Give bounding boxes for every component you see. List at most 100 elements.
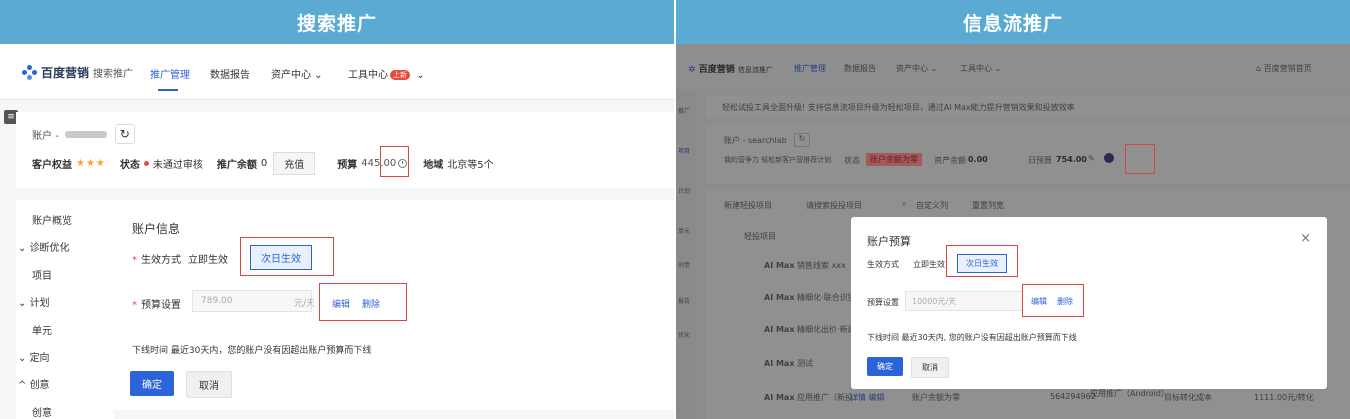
custom-columns-button[interactable]: 自定义列 <box>916 200 948 211</box>
nav-tool-center-label: 工具中心 <box>348 70 388 81</box>
menu-creative-sub[interactable]: 创意 <box>32 404 52 419</box>
menu-targeting[interactable]: ⌄ 定向 <box>18 349 50 364</box>
menu-unit[interactable]: 单元 <box>32 322 52 337</box>
refresh-icon[interactable]: ↻ <box>794 133 810 147</box>
effect-label: 生效方式 <box>867 260 899 269</box>
panel-title: 搜索推广 <box>0 0 674 44</box>
active-tab-indicator <box>158 89 178 91</box>
sidebar-item-creative[interactable]: 创意 <box>678 260 690 269</box>
column-header-project: 轻投项目 <box>744 232 776 241</box>
row-target: 目标转化成本 <box>1164 393 1212 402</box>
pencil-icon[interactable]: ✎ <box>1088 154 1095 163</box>
reset-width-button[interactable]: 重置列宽 <box>972 200 1004 211</box>
effect-option-immediate[interactable]: 立即生效 <box>188 251 228 266</box>
nav-promotion-management[interactable]: 推广管理 <box>150 66 190 81</box>
row-actions[interactable]: 详情 编辑 <box>850 392 885 403</box>
table-row[interactable]: AI Max 测试 <box>764 358 813 369</box>
budget-input[interactable]: 10000元/天 <box>905 291 1023 311</box>
status-value: 账户余额为零 <box>866 153 922 166</box>
side-menu: 账户概览 ⌄ 诊断优化 项目 ⌄ 计划 单元 ⌄ 定向 ^ 创意 创意 <box>16 200 114 419</box>
budget-label: 日预算 <box>1028 156 1052 165</box>
highlight-effect-option <box>946 245 1018 277</box>
sidebar-item-promotion[interactable]: 推广 <box>678 106 690 115</box>
table-row[interactable]: AI Max 精细化·联合识别 <box>764 292 856 303</box>
table-row[interactable]: AI Max 精细化出价·新建... <box>764 324 863 335</box>
close-icon[interactable]: × <box>1300 231 1311 246</box>
refresh-icon[interactable]: ↻ <box>114 124 135 144</box>
nav-data-report[interactable]: 数据报告 <box>210 66 250 81</box>
balance-value: 0 <box>260 158 268 169</box>
balance-value: 0.00 <box>968 155 988 164</box>
status-dot-icon <box>143 161 149 166</box>
top-nav: 百度营销 搜索推广 推广管理 数据报告 资产中心 ⌄ 工具中心 上新 ⌄ <box>0 44 674 100</box>
nav-asset-center[interactable]: 资产中心 ⌄ <box>271 66 323 81</box>
menu-project[interactable]: 项目 <box>32 267 52 282</box>
balance-label: 推广余额 <box>216 160 257 171</box>
row-status: 账户余额为零 <box>912 393 960 402</box>
menu-plan[interactable]: ⌄ 计划 <box>18 294 50 309</box>
menu-creative-label: 创意 <box>29 380 50 391</box>
budget-setting-label: * 预算设置 <box>132 300 181 311</box>
nav-tool-center[interactable]: 工具中心 上新 ⌄ <box>348 66 425 81</box>
account-summary-card: 账户 - searchlab ↻ 我的营争力 轻松新客户营推荐计划 状态 账户余… <box>706 124 1350 184</box>
chevron-down-icon: ⌄ <box>416 70 425 81</box>
region-label: 地域 <box>423 160 444 171</box>
logo-text: 百度营销 <box>698 65 735 75</box>
highlight-effect-option <box>240 237 334 276</box>
status-label: 状态 <box>844 156 860 165</box>
menu-diagnosis[interactable]: ⌄ 诊断优化 <box>18 239 70 254</box>
account-summary-card: 账户 - ↻ 客户权益 ★★★ 状态 未通过审核 推广余额 0 充值 预算 44… <box>16 112 674 188</box>
budget-value: 754.00 <box>1056 155 1087 164</box>
baidu-logo-icon <box>22 64 38 81</box>
budget-setting-label: 预算设置 <box>867 298 899 307</box>
sidebar-item-unit[interactable]: 单元 <box>678 226 690 235</box>
side-icon-bar: 推广 项目 计划 单元 创意 报告 优化 <box>676 90 696 419</box>
offline-note: 下线时间 最近30天内, 您的账户没有因超出账户预算而下线 <box>867 333 1077 342</box>
logo[interactable]: ✲ 百度营销 信息流推广 <box>688 62 773 75</box>
baidu-logo-icon: ✲ <box>688 65 696 75</box>
row-price: 1111.00元/转化 <box>1254 393 1314 402</box>
panel-title: 信息流推广 <box>676 0 1350 44</box>
highlight-budget-icon <box>380 146 409 177</box>
logo[interactable]: 百度营销 搜索推广 <box>22 64 133 81</box>
status-label: 状态 <box>119 160 140 171</box>
menu-targeting-label: 定向 <box>29 353 50 364</box>
nav-home[interactable]: ⌂ 百度营销首页 <box>1256 63 1312 74</box>
budget-modal: 账户预算 × 生效方式 立即生效 次日生效 预算设置 10000元/天 编辑 删… <box>851 217 1327 389</box>
charge-button[interactable]: 充值 <box>273 152 316 175</box>
highlight-edit-delete <box>1022 284 1084 317</box>
row-promo-type: 应用推广（Android） <box>1090 389 1169 398</box>
modal-title: 账户预算 <box>867 235 911 248</box>
top-nav: ✲ 百度营销 信息流推广 推广管理 数据报告 资产中心 ⌄ 工具中心 ⌄ ⌂ 百… <box>676 44 1350 90</box>
effect-option-immediate[interactable]: 立即生效 <box>913 259 945 270</box>
cancel-button[interactable]: 取消 <box>911 357 949 378</box>
menu-creative[interactable]: ^ 创意 <box>18 376 50 391</box>
search-input[interactable]: 请搜索投投项目 <box>806 200 862 211</box>
sidebar-item-plan[interactable]: 计划 <box>678 186 690 195</box>
budget-unit: 元/天 <box>294 299 316 309</box>
cancel-button[interactable]: 取消 <box>186 371 232 398</box>
section-title: 账户信息 <box>132 222 181 236</box>
account-label: 账户 - <box>32 130 59 142</box>
sidebar-item-report[interactable]: 报告 <box>678 296 690 305</box>
new-project-button[interactable]: 新建轻投项目 <box>724 200 772 211</box>
rights-stars: ★★★ <box>76 158 106 169</box>
account-name-redacted <box>64 130 107 138</box>
sidebar-item-optimize[interactable]: 优化 <box>678 330 690 339</box>
nav-promotion-management[interactable]: 推广管理 <box>794 63 826 74</box>
logo-sub: 搜索推广 <box>93 69 134 80</box>
clock-icon[interactable] <box>1104 153 1114 163</box>
confirm-button[interactable]: 确定 <box>867 357 903 376</box>
nav-tool-center[interactable]: 工具中心 ⌄ <box>960 63 1001 74</box>
rights-label: 客户权益 <box>32 160 72 171</box>
sidebar-item-project[interactable]: 项目 <box>678 146 690 155</box>
table-row[interactable]: AI Max 应用推广（新投... <box>764 392 861 403</box>
table-row[interactable]: AI Max 销售线索 xxx <box>764 260 846 271</box>
nav-data-report[interactable]: 数据报告 <box>844 63 876 74</box>
confirm-button[interactable]: 确定 <box>130 371 174 396</box>
highlight-edit-delete <box>319 283 407 321</box>
nav-asset-center[interactable]: 资产中心 ⌄ <box>896 63 937 74</box>
home-icon: ⌂ <box>1256 64 1262 73</box>
menu-account-overview[interactable]: 账户概览 <box>32 212 72 227</box>
search-icon[interactable]: ⌕ <box>902 199 906 209</box>
